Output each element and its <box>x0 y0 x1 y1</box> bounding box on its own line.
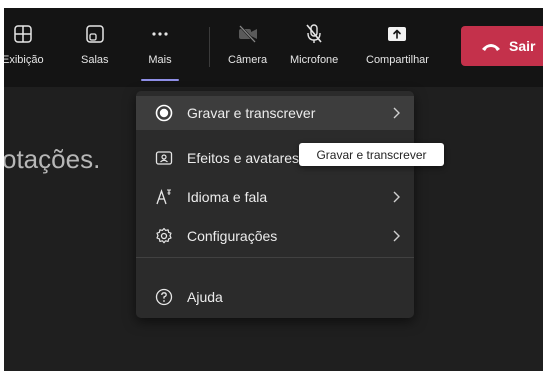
breakout-rooms-button[interactable]: Salas <box>81 22 109 66</box>
tooltip: Gravar e transcrever <box>299 143 444 166</box>
view-label: Exibição <box>4 54 44 66</box>
menu-item-label: Ajuda <box>187 289 223 305</box>
menu-divider <box>136 257 414 258</box>
share-button[interactable]: Compartilhar <box>366 22 429 66</box>
active-tab-indicator <box>141 79 179 81</box>
microphone-label: Microfone <box>290 54 339 66</box>
layout-icon <box>10 22 36 46</box>
camera-button[interactable]: Câmera <box>228 22 267 66</box>
leave-button[interactable]: Sair <box>461 26 543 66</box>
record-icon <box>155 104 173 122</box>
menu-item-label: Configurações <box>187 228 278 244</box>
menu-item-language-speech[interactable]: Idioma e fala <box>136 180 414 214</box>
menu-item-label: Gravar e transcrever <box>187 105 316 121</box>
microphone-button[interactable]: Microfone <box>290 22 338 66</box>
breakout-rooms-label: Salas <box>81 54 109 66</box>
background-caption-text: otações. <box>4 144 101 174</box>
chevron-right-icon <box>389 229 403 243</box>
effects-icon <box>155 149 173 167</box>
menu-item-label: Idioma e fala <box>187 189 268 205</box>
toolbar-divider <box>209 27 210 67</box>
more-button[interactable]: Mais <box>147 22 173 66</box>
hang-up-icon <box>482 44 500 51</box>
menu-item-help[interactable]: Ajuda <box>136 280 414 314</box>
share-label: Compartilhar <box>366 54 429 66</box>
leave-label: Sair <box>509 38 536 54</box>
more-icon <box>147 22 173 46</box>
camera-off-icon <box>235 22 261 46</box>
chevron-right-icon <box>389 106 403 120</box>
menu-item-record-transcribe[interactable]: Gravar e transcrever <box>136 96 414 130</box>
language-icon <box>155 188 173 206</box>
more-menu: Gravar e transcrever Efeitos e avatares … <box>136 91 414 318</box>
view-button[interactable]: Exibição <box>4 22 44 66</box>
meeting-window: Exibição Salas Mais Câmera Microfone Com… <box>4 8 543 371</box>
share-icon <box>384 22 410 46</box>
meeting-toolbar: Exibição Salas Mais Câmera Microfone Com… <box>4 8 543 87</box>
menu-item-settings[interactable]: Configurações <box>136 219 414 253</box>
breakout-rooms-icon <box>82 22 108 46</box>
camera-label: Câmera <box>228 54 268 66</box>
more-label: Mais <box>148 54 172 66</box>
chevron-right-icon <box>389 190 403 204</box>
mic-off-icon <box>301 22 327 46</box>
menu-item-label: Efeitos e avatares <box>187 150 300 166</box>
gear-icon <box>155 227 173 245</box>
help-icon <box>155 288 173 306</box>
